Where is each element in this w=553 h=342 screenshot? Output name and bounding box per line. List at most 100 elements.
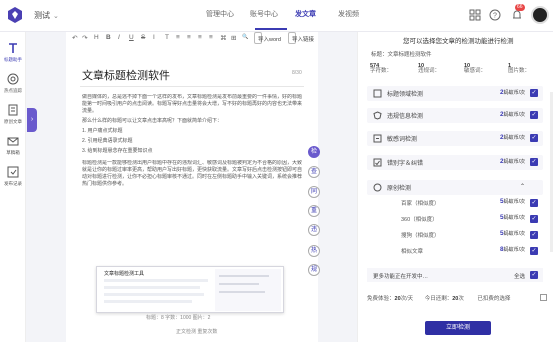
panel-stats: 字符数： 574 违规词： 10 敏感词： 10 图片数： 1 <box>366 60 548 74</box>
editor-stats: 标题：8 字数：1000 图片：2 <box>146 315 211 321</box>
search-icon[interactable]: 🔍 <box>242 34 248 40</box>
heading-button[interactable]: H <box>94 34 99 41</box>
option-label: 搜狗（相似度） <box>401 233 440 239</box>
nav-management[interactable]: 管理中心 <box>206 9 234 19</box>
chevron-down-icon: ⌄ <box>53 13 59 20</box>
sub-option-360[interactable]: 360（相似度） 5蚂蚁币/次 ✓ <box>367 212 543 225</box>
original-icon <box>373 183 382 192</box>
rail-button[interactable]: 同 <box>308 186 320 198</box>
sidebar-item-label: 发布记录 <box>3 181 23 187</box>
embedded-title: 文章标题检测工具 <box>104 271 145 277</box>
sidebar-item-original[interactable]: 原创文章 <box>0 104 26 125</box>
checkbox-checked-icon[interactable]: ✓ <box>530 231 538 239</box>
checkbox-checked-icon[interactable]: ✓ <box>530 199 538 207</box>
rail-button[interactable]: 热 <box>308 245 320 257</box>
grid-icon[interactable] <box>469 9 481 21</box>
article-editor: ↶ ↷ H B I U S I T ≡ ≡ ≡ ≡ ⌘ ⊞ 🔍 导入word 导… <box>66 32 318 342</box>
option-price: 5蚂蚁币/次 <box>499 198 525 205</box>
rail-button[interactable]: 违 <box>308 224 320 236</box>
align-center-icon[interactable]: ≡ <box>187 34 191 41</box>
sidebar-item-hot[interactable]: 热点追踪 <box>0 73 26 94</box>
rail-button[interactable]: 规 <box>308 264 320 276</box>
bold-button[interactable]: B <box>106 34 111 41</box>
paragraph[interactable]: 标题检测是一款能够检测出用户标题中存在的违规词汇、敏感词及标题被判定为不合格的原… <box>82 160 304 202</box>
import-link-button[interactable]: 导入链接 <box>288 32 314 44</box>
select-all-checkbox[interactable]: ✓ <box>530 271 538 279</box>
underline-button[interactable]: U <box>129 34 134 41</box>
left-sidebar: 标题助手 热点追踪 原创文章 草稿箱 发布记录 <box>0 32 26 342</box>
publish-record-icon <box>7 166 19 178</box>
help-icon[interactable]: ? <box>489 9 501 21</box>
article-title[interactable]: 文章标题检测软件 <box>82 67 170 83</box>
nav-publish-video[interactable]: 发视频 <box>338 9 359 19</box>
check-option-violation[interactable]: 违规信息检测 2蚂蚁币/次 ✓ <box>367 108 543 123</box>
sidebar-item-label: 标题助手 <box>3 57 23 63</box>
strike-button[interactable]: S <box>141 34 145 41</box>
checkbox-checked-icon[interactable]: ✓ <box>530 111 538 119</box>
checkbox-checked-icon[interactable]: ✓ <box>530 134 538 142</box>
app-logo-icon[interactable] <box>6 6 24 24</box>
option-label: 原创检测 <box>387 186 412 192</box>
sub-option-similar[interactable]: 相似文章 8蚂蚁币/次 ✓ <box>367 244 543 257</box>
sidebar-item-drafts[interactable]: 草稿箱 <box>0 135 26 156</box>
detection-panel: 您可以选择您文章的检测功能进行检测 标题：文章标题检测软件 字符数： 574 违规… <box>357 32 553 342</box>
rail-button[interactable]: 查 <box>308 166 320 178</box>
option-label: 错别字＆纠错 <box>387 161 424 167</box>
nav-accounts[interactable]: 账号中心 <box>250 9 278 19</box>
target-icon <box>7 73 19 85</box>
option-label: 标题领域检测 <box>387 92 424 98</box>
italic-button[interactable]: I <box>118 34 120 41</box>
embedded-screenshot[interactable]: 文章标题检测工具 <box>96 266 284 313</box>
option-price: 8蚂蚁币/次 <box>499 246 525 253</box>
check-option-original[interactable]: 原创检测 ⌃ <box>367 180 543 195</box>
option-label: 百家（相似度） <box>401 201 440 207</box>
check-option-typo[interactable]: 错别字＆纠错 2蚂蚁币/次 ✓ <box>367 155 543 170</box>
image-icon[interactable]: ⊞ <box>231 34 236 42</box>
nav-publish-article[interactable]: 发文章 <box>295 9 316 19</box>
sidebar-item-title-helper[interactable]: 标题助手 <box>0 42 26 63</box>
redo-icon[interactable]: ↷ <box>82 34 87 42</box>
sidebar-item-label: 热点追踪 <box>3 88 23 94</box>
sub-option-baijia[interactable]: 百家（相似度） 5蚂蚁币/次 ✓ <box>367 196 543 209</box>
paragraph[interactable]: 2. 引用经典语录式标题 <box>82 138 304 145</box>
undo-icon[interactable]: ↶ <box>72 34 77 42</box>
paragraph[interactable]: 1. 用户痛点式标题 <box>82 128 304 135</box>
align-left-icon[interactable]: ≡ <box>176 34 180 41</box>
chevron-up-icon[interactable]: ⌃ <box>520 183 525 190</box>
stat-chars: 字符数： 574 <box>370 63 393 74</box>
placeholder-bar <box>219 283 259 285</box>
sidebar-item-publish-record[interactable]: 发布记录 <box>0 166 26 187</box>
rail-button[interactable]: 重 <box>308 205 320 217</box>
text-style-button[interactable]: T <box>165 34 169 41</box>
checkbox-checked-icon[interactable]: ✓ <box>530 89 538 97</box>
option-price: 2蚂蚁币/次 <box>499 158 525 165</box>
collapse-sidebar-button[interactable]: › <box>27 108 37 132</box>
list-icon[interactable]: ≡ <box>198 34 202 41</box>
checkbox-checked-icon[interactable]: ✓ <box>530 158 538 166</box>
checkbox-checked-icon[interactable]: ✓ <box>530 215 538 223</box>
checkbox-checked-icon[interactable]: ✓ <box>530 247 538 255</box>
paragraph[interactable]: 那么什么样的标题可以让文章点击率高呢？下面就简单介绍下： <box>82 118 304 125</box>
paragraph[interactable]: 做自媒体的，总是逃不掉下面一个这样的发布，文章标题检测是发布前最重要的一件事情，… <box>82 94 304 116</box>
placeholder-bar <box>104 286 200 289</box>
workspace-selector[interactable]: 测试 ⌄ <box>34 10 59 21</box>
title-check-icon <box>373 89 382 98</box>
panel-title: 您可以选择您文章的检测功能进行检测 <box>403 38 514 45</box>
start-check-button[interactable]: 立即检测 <box>425 321 491 335</box>
stat-images: 图片数： 1 <box>508 63 531 74</box>
check-option-title-domain[interactable]: 标题领域检测 2蚂蚁币/次 ✓ <box>367 86 543 101</box>
link-icon[interactable]: ⌘ <box>220 34 227 42</box>
check-option-sensitive[interactable]: 敏感词检测 2蚂蚁币/次 ✓ <box>367 131 543 146</box>
paragraph[interactable]: 3. 给到标题悬念存在重要知识点 <box>82 148 304 155</box>
select-all-label[interactable]: 全选 <box>514 272 525 280</box>
option-price: 2蚂蚁币/次 <box>499 111 525 118</box>
avatar[interactable] <box>531 6 549 24</box>
sub-option-sogou[interactable]: 搜狗（相似度） 5蚂蚁币/次 ✓ <box>367 228 543 241</box>
title-icon <box>9 43 17 53</box>
import-word-button[interactable]: 导入word <box>254 32 281 44</box>
placeholder-bar <box>104 300 192 303</box>
italic-alt-button[interactable]: I <box>153 34 155 41</box>
autodeduct-checkbox[interactable] <box>540 294 547 301</box>
rail-button[interactable]: 检 <box>308 146 320 158</box>
ordered-list-icon[interactable]: ≡ <box>209 34 213 41</box>
